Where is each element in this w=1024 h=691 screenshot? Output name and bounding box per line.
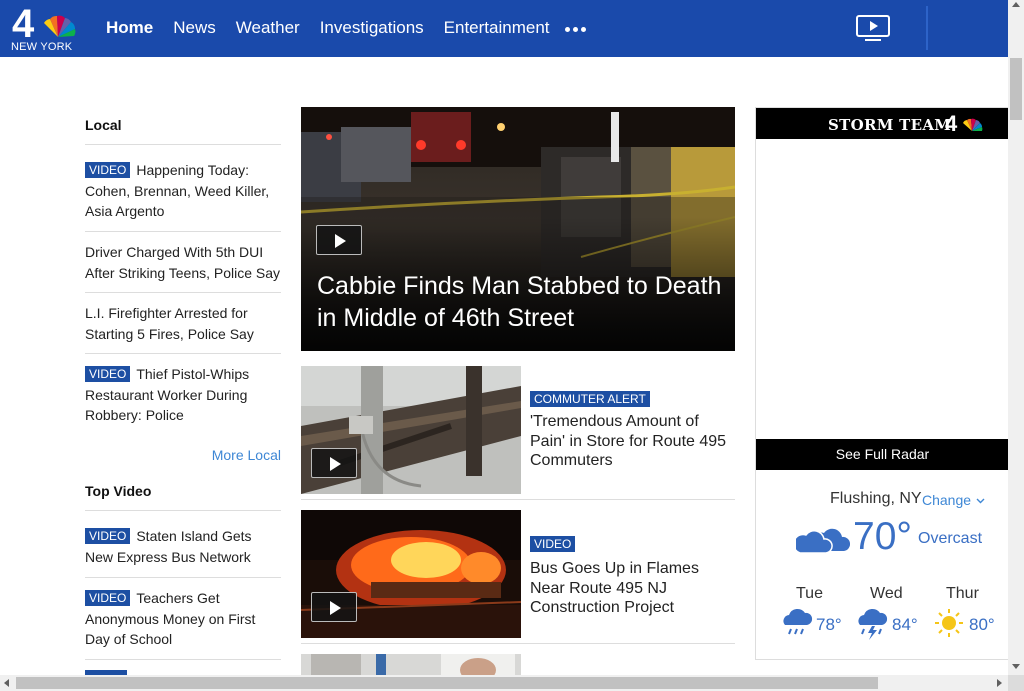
chevron-down-icon	[976, 498, 985, 504]
rain-icon	[783, 608, 813, 635]
scroll-right-arrow-icon[interactable]	[997, 679, 1002, 687]
divider	[85, 353, 281, 354]
local-story-2[interactable]: Driver Charged With 5th DUI After Striki…	[85, 242, 281, 283]
horizontal-scrollbar[interactable]	[0, 675, 1008, 691]
card-2-text[interactable]: VIDEO Bus Goes Up in Flames Near Route 4…	[530, 535, 735, 618]
play-button[interactable]	[311, 448, 357, 478]
card-3-photo	[301, 654, 521, 675]
nbc4-logo[interactable]: 4 NEW YORK	[10, 2, 80, 54]
storm-team-number: 4	[945, 111, 958, 136]
divider	[85, 577, 281, 578]
weather-widget: STORM TEAM 4 See Full Radar Flushing, NY…	[755, 107, 1009, 660]
commuter-alert-badge: COMMUTER ALERT	[530, 391, 650, 407]
card-2-title[interactable]: Bus Goes Up in Flames Near Route 495 NJ …	[530, 559, 735, 618]
card-1-text[interactable]: COMMUTER ALERT 'Tremendous Amount of Pai…	[530, 390, 735, 471]
video-badge: VIDEO	[85, 366, 131, 382]
top-video-story-1[interactable]: VIDEO Staten Island Gets New Express Bus …	[85, 526, 281, 567]
forecast-day-2: Wed	[870, 585, 903, 602]
card-1-title[interactable]: 'Tremendous Amount of Pain' in Store for…	[530, 412, 735, 471]
current-temperature: 70°	[853, 515, 912, 558]
more-local-link[interactable]: More Local	[212, 447, 281, 463]
local-section-title: Local	[85, 117, 122, 133]
hero-story[interactable]: Cabbie Finds Man Stabbed to Death in Mid…	[301, 107, 735, 351]
scroll-left-arrow-icon[interactable]	[4, 679, 9, 687]
story-text: L.I. Firefighter Arrested for Starting 5…	[85, 305, 254, 342]
video-badge: VIDEO	[85, 162, 131, 178]
forecast-day-3: Thur	[946, 585, 979, 602]
main-nav: Home News Weather Investigations Enterta…	[106, 18, 570, 38]
sun-icon	[935, 609, 963, 637]
current-condition: Overcast	[918, 530, 983, 547]
horizontal-scroll-thumb[interactable]	[16, 677, 878, 689]
scroll-down-arrow-icon[interactable]	[1012, 664, 1020, 669]
hero-title[interactable]: Cabbie Finds Man Stabbed to Death in Mid…	[317, 270, 727, 334]
divider	[301, 643, 735, 644]
storm-team-header: STORM TEAM 4	[756, 108, 1009, 139]
peacock-icon	[44, 15, 76, 37]
card-3-image[interactable]	[301, 654, 521, 675]
top-video-story-2[interactable]: VIDEO Teachers Get Anonymous Money on Fir…	[85, 588, 281, 650]
forecast-temp-1: 78°	[816, 615, 842, 634]
card-2-image[interactable]	[301, 510, 521, 638]
nav-investigations[interactable]: Investigations	[320, 18, 424, 38]
divider	[85, 231, 281, 232]
tv-play-icon[interactable]	[855, 14, 891, 42]
divider	[301, 499, 735, 500]
video-badge: VIDEO	[530, 536, 576, 552]
forecast-temp-2: 84°	[892, 615, 918, 634]
top-video-section-title: Top Video	[85, 483, 152, 499]
nav-weather[interactable]: Weather	[236, 18, 300, 38]
see-full-radar-button[interactable]: See Full Radar	[756, 439, 1009, 470]
storm-team-brand: STORM TEAM	[828, 116, 952, 134]
video-badge: VIDEO	[85, 590, 131, 606]
forecast-temp-3: 80°	[969, 615, 995, 634]
site-header: 4 NEW YORK Home News Weather Investigati…	[0, 0, 1008, 57]
divider	[85, 659, 281, 660]
logo-city: NEW YORK	[11, 41, 73, 53]
divider	[85, 510, 281, 511]
vertical-scrollbar[interactable]	[1008, 0, 1024, 675]
ellipsis-icon[interactable]	[565, 24, 591, 34]
nav-home[interactable]: Home	[106, 18, 153, 38]
card-1-image[interactable]	[301, 366, 521, 494]
weather-location: Flushing, NY	[830, 490, 922, 507]
story-text: Driver Charged With 5th DUI After Striki…	[85, 244, 281, 281]
divider	[85, 292, 281, 293]
change-label: Change	[922, 492, 972, 508]
nav-news[interactable]: News	[173, 18, 216, 38]
video-badge: VIDEO	[85, 528, 131, 544]
scrollbar-corner	[1008, 675, 1024, 691]
play-button[interactable]	[316, 225, 362, 255]
peacock-icon	[963, 118, 983, 131]
local-story-4[interactable]: VIDEO Thief Pistol-Whips Restaurant Worke…	[85, 364, 281, 426]
scroll-up-arrow-icon[interactable]	[1012, 2, 1020, 7]
divider	[85, 144, 281, 145]
forecast-day-1: Tue	[796, 585, 823, 602]
thunderstorm-icon	[858, 608, 888, 640]
change-location-link[interactable]: Change	[922, 492, 985, 508]
nav-entertainment[interactable]: Entertainment	[444, 18, 550, 38]
local-story-1[interactable]: VIDEO Happening Today: Cohen, Brennan, We…	[85, 160, 281, 222]
play-button[interactable]	[311, 592, 357, 622]
header-divider	[926, 6, 928, 50]
vertical-scroll-thumb[interactable]	[1010, 58, 1022, 120]
local-story-3[interactable]: L.I. Firefighter Arrested for Starting 5…	[85, 303, 281, 344]
cloudy-icon	[796, 528, 850, 554]
